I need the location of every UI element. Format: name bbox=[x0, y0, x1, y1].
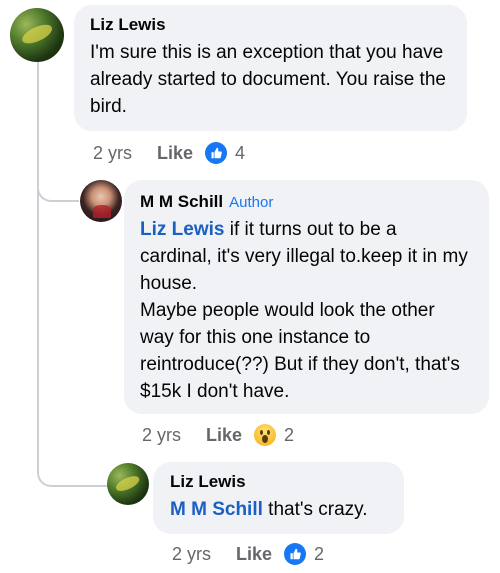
comment-header: M M Schill Author bbox=[140, 192, 473, 212]
wow-icon[interactable] bbox=[254, 424, 277, 446]
timestamp[interactable]: 2 yrs bbox=[172, 544, 211, 565]
comment-author[interactable]: Liz Lewis bbox=[170, 472, 387, 492]
avatar[interactable] bbox=[80, 180, 122, 222]
comment-actions: 2 yrs Like 2 bbox=[142, 424, 294, 446]
avatar[interactable] bbox=[107, 463, 149, 505]
like-icon[interactable] bbox=[205, 142, 228, 164]
comment-text-body: that's crazy. bbox=[262, 499, 368, 520]
comment-bubble: Liz Lewis I'm sure this is an exception … bbox=[74, 5, 467, 131]
reaction-count[interactable]: 4 bbox=[235, 143, 245, 164]
comment-bubble: Liz Lewis M M Schill that's crazy. bbox=[153, 462, 404, 534]
mention-link[interactable]: M M Schill bbox=[170, 499, 263, 520]
like-icon[interactable] bbox=[284, 543, 307, 565]
like-button[interactable]: Like bbox=[236, 544, 272, 565]
comment-author[interactable]: M M Schill bbox=[140, 192, 223, 211]
comment-bubble: M M Schill Author Liz Lewis if it turns o… bbox=[124, 180, 489, 414]
comment-text-continued: Maybe people would look the other way fo… bbox=[140, 300, 460, 402]
comment-actions: 2 yrs Like 4 bbox=[93, 142, 245, 164]
comment-actions: 2 yrs Like 2 bbox=[172, 543, 324, 565]
timestamp[interactable]: 2 yrs bbox=[142, 425, 181, 446]
timestamp[interactable]: 2 yrs bbox=[93, 143, 132, 164]
author-badge: Author bbox=[229, 194, 274, 211]
like-button[interactable]: Like bbox=[157, 143, 193, 164]
avatar[interactable] bbox=[10, 8, 64, 62]
comment-author[interactable]: Liz Lewis bbox=[90, 15, 451, 35]
thread-line-vertical bbox=[37, 60, 39, 462]
thread-line-branch-2 bbox=[37, 445, 109, 487]
thread-line-branch-1 bbox=[37, 160, 79, 202]
comment-text: Liz Lewis if it turns out to be a cardin… bbox=[140, 216, 473, 297]
comment-text: M M Schill that's crazy. bbox=[170, 496, 387, 523]
reaction-count[interactable]: 2 bbox=[314, 544, 324, 565]
like-button[interactable]: Like bbox=[206, 425, 242, 446]
reaction-count[interactable]: 2 bbox=[284, 425, 294, 446]
comment-text: I'm sure this is an exception that you h… bbox=[90, 42, 446, 117]
mention-link[interactable]: Liz Lewis bbox=[140, 219, 224, 240]
